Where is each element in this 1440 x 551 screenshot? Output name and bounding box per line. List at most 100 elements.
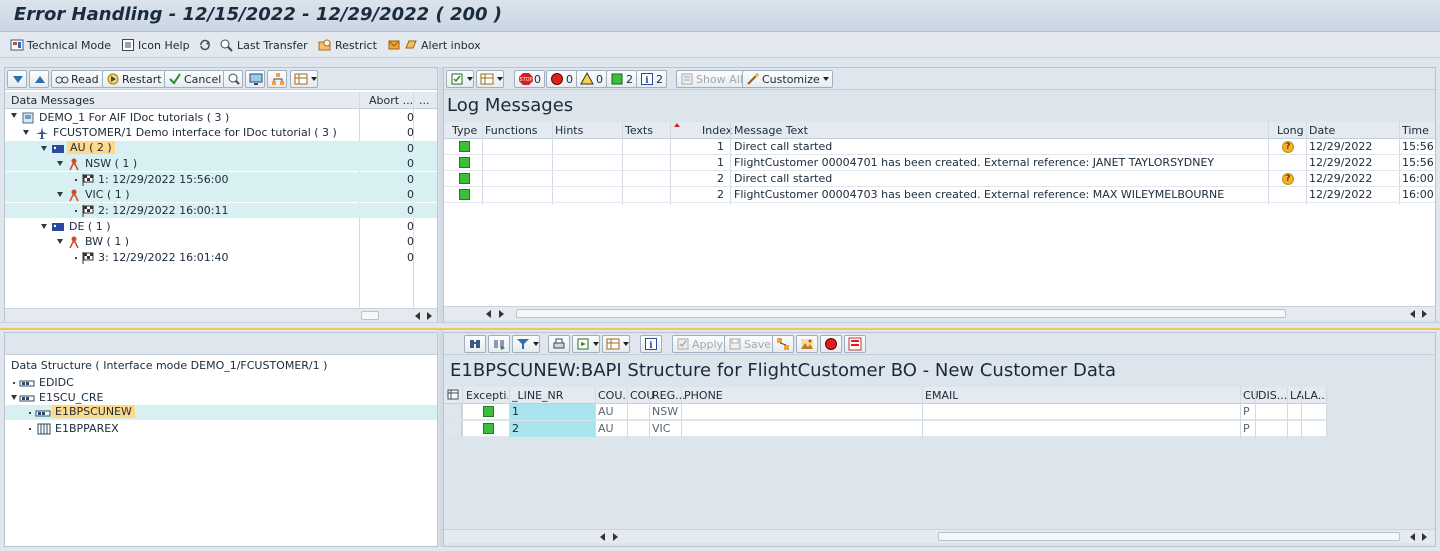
col-phone[interactable]: PHONE [684, 389, 723, 402]
scroll-left-arrow-icon[interactable] [415, 312, 420, 320]
tree-row-nsw[interactable]: NSW ( 1 ) 0 [5, 156, 437, 171]
tree-row-message-2[interactable]: 2: 12/29/2022 16:00:11 0 [5, 203, 437, 218]
tree-row-fcustomer[interactable]: FCUSTOMER/1 Demo interface for IDoc tuto… [5, 125, 437, 140]
log-row[interactable]: 1 Direct call started ? 12/29/2022 15:56 [444, 139, 1435, 155]
col-cou-1[interactable]: COU... [598, 389, 628, 402]
scroll-right-arrow-icon[interactable] [1422, 533, 1427, 541]
hierarchy-button[interactable] [267, 70, 287, 88]
details-dropdown-button[interactable] [446, 70, 474, 88]
long-text-help-icon[interactable]: ? [1282, 141, 1294, 153]
col-hints[interactable]: Hints [555, 124, 583, 137]
expanded-triangle-icon[interactable] [41, 224, 47, 229]
cancel-button[interactable]: Cancel [164, 70, 226, 88]
tree-row-de[interactable]: DE ( 1 ) 0 [5, 219, 437, 234]
scroll-thumb[interactable] [938, 532, 1400, 541]
tree-row-message-3[interactable]: 3: 12/29/2022 16:01:40 0 [5, 250, 437, 265]
scroll-right-arrow-icon[interactable] [427, 312, 432, 320]
messages-horizontal-scrollbar[interactable] [5, 308, 437, 322]
find-button[interactable] [223, 70, 243, 88]
scroll-thumb[interactable] [361, 311, 379, 320]
scroll-right-arrow-icon[interactable] [499, 310, 504, 318]
expanded-triangle-icon[interactable] [41, 146, 47, 151]
horizontal-splitter[interactable] [0, 322, 1440, 330]
scroll-left-arrow-icon[interactable] [600, 533, 605, 541]
col-more[interactable]: ... [419, 94, 430, 107]
col-texts[interactable]: Texts [625, 124, 653, 137]
tree-row-message-1[interactable]: 1: 12/29/2022 15:56:00 0 [5, 172, 437, 187]
expanded-triangle-icon[interactable] [57, 239, 63, 244]
tree-row-bw[interactable]: BW ( 1 ) 0 [5, 234, 437, 249]
scroll-left-arrow-icon[interactable] [486, 310, 491, 318]
tree-row-au[interactable]: AU ( 2 ) 0 [5, 141, 437, 156]
col-dis[interactable]: DIS... [1258, 389, 1287, 402]
find-next-button[interactable] [488, 335, 510, 353]
scroll-left-arrow-icon[interactable] [1410, 310, 1415, 318]
col-cu[interactable]: CU [1243, 389, 1259, 402]
log-row[interactable]: 1 FlightCustomer 00004701 has been creat… [444, 155, 1435, 171]
structure-row-e1scu-cre[interactable]: E1SCU_CRE [5, 390, 437, 405]
export-dropdown-button[interactable] [572, 335, 600, 353]
filter-error-button[interactable]: 0 [546, 70, 577, 88]
col-time[interactable]: Time [1402, 124, 1429, 137]
col-abort[interactable]: Abort ... [369, 94, 413, 107]
filter-warning-button[interactable]: 0 [576, 70, 607, 88]
structure-row-edidc[interactable]: EDIDC [5, 375, 437, 390]
col-la-2[interactable]: LA... [1304, 389, 1328, 402]
col-email[interactable]: EMAIL [925, 389, 958, 402]
stop-record-button[interactable] [820, 335, 842, 353]
customize-button[interactable]: Customize [742, 70, 833, 88]
col-index[interactable]: Index [702, 124, 732, 137]
binoculars-button[interactable] [464, 335, 486, 353]
save-button[interactable]: Save [724, 335, 776, 353]
collapse-all-button[interactable] [29, 70, 49, 88]
tree-row-demo1[interactable]: DEMO_1 For AIF IDoc tutorials ( 3 ) 0 [5, 110, 437, 125]
last-transfer-button[interactable]: Last Transfer [220, 36, 308, 54]
error-list-button[interactable] [844, 335, 866, 353]
tree-row-vic[interactable]: VIC ( 1 ) 0 [5, 187, 437, 202]
expanded-triangle-icon[interactable] [11, 395, 17, 400]
layout-dropdown-button[interactable] [476, 70, 504, 88]
detail-row[interactable]: 2 AU VIC P [444, 421, 1327, 437]
scroll-right-arrow-icon[interactable] [1422, 310, 1427, 318]
landscape-button[interactable] [796, 335, 818, 353]
scroll-left-arrow-icon[interactable] [1410, 533, 1415, 541]
layout-dropdown-button[interactable] [602, 335, 630, 353]
expanded-triangle-icon[interactable] [23, 130, 29, 135]
col-exception[interactable]: Excepti... [466, 389, 508, 402]
apply-button[interactable]: Apply [672, 335, 728, 353]
log-horizontal-scrollbar[interactable] [444, 306, 1435, 320]
structure-row-e1bpparex[interactable]: E1BPPAREX [5, 421, 437, 436]
long-text-help-icon[interactable]: ? [1282, 173, 1294, 185]
structure-button[interactable] [772, 335, 794, 353]
col-date[interactable]: Date [1309, 124, 1335, 137]
display-button[interactable] [245, 70, 265, 88]
filter-info-button[interactable]: i 2 [636, 70, 667, 88]
show-all-button[interactable]: Show All [676, 70, 747, 88]
expand-all-button[interactable] [7, 70, 27, 88]
expanded-triangle-icon[interactable] [57, 192, 63, 197]
row-selector[interactable] [444, 421, 462, 437]
icon-help-button[interactable]: Icon Help [121, 36, 190, 54]
select-all-icon[interactable] [447, 388, 461, 402]
col-data-messages[interactable]: Data Messages [11, 94, 95, 107]
technical-mode-button[interactable]: Technical Mode [10, 36, 111, 54]
col-type[interactable]: Type [452, 124, 477, 137]
read-button[interactable]: Read [51, 70, 103, 88]
col-line-nr[interactable]: _LINE_NR [512, 389, 563, 402]
detail-row[interactable]: 1 AU NSW P [444, 404, 1327, 420]
scroll-thumb[interactable] [516, 309, 1286, 318]
restart-button[interactable]: Restart [102, 70, 166, 88]
restrict-button[interactable]: Restrict [318, 36, 377, 54]
log-row[interactable]: 2 FlightCustomer 00004703 has been creat… [444, 187, 1435, 203]
expanded-triangle-icon[interactable] [11, 113, 17, 118]
filter-stop-button[interactable]: STOP 0 [514, 70, 545, 88]
log-row[interactable]: 2 Direct call started ? 12/29/2022 16:00 [444, 171, 1435, 187]
col-message-text[interactable]: Message Text [734, 124, 808, 137]
col-functions[interactable]: Functions [485, 124, 538, 137]
filter-success-button[interactable]: 2 [606, 70, 637, 88]
line-nr-cell[interactable] [509, 421, 595, 437]
filter-dropdown-button[interactable] [512, 335, 540, 353]
print-button[interactable] [548, 335, 570, 353]
info-button[interactable]: i [640, 335, 662, 353]
alert-inbox-button[interactable]: Alert inbox [387, 36, 481, 54]
